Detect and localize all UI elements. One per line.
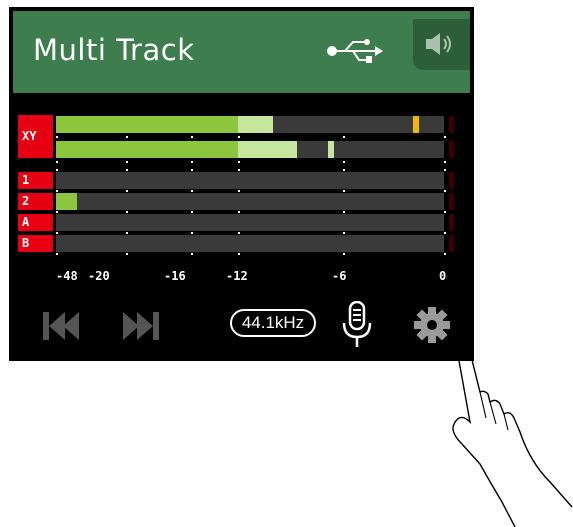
meter-tick: [126, 190, 128, 192]
meter-tick: [238, 253, 240, 255]
meter-tick: [343, 161, 345, 163]
clip-indicator: [449, 141, 454, 158]
meter-tick: [444, 136, 446, 138]
meter-tick: [56, 253, 58, 255]
meter-tick: [238, 136, 240, 138]
clip-indicator: [449, 172, 454, 189]
meter-tick: [444, 232, 446, 234]
meter-bar: [56, 235, 444, 252]
scale-label: -20: [88, 269, 110, 283]
meter-bar: [56, 214, 444, 231]
clip-indicator: [449, 235, 454, 252]
meter-tick: [191, 211, 193, 213]
meter-tick: [238, 232, 240, 234]
clip-indicator: [449, 116, 454, 133]
meter-tick: [343, 190, 345, 192]
meter-tick: [126, 211, 128, 213]
meter-tick: [56, 161, 58, 163]
meter-fill: [56, 141, 239, 158]
usb-icon: [327, 39, 383, 63]
meter-fill: [56, 193, 78, 210]
meter-tick: [56, 136, 58, 138]
header-bar: Multi Track: [13, 11, 470, 93]
channel-label-b: B: [18, 235, 53, 252]
speaker-icon: [426, 33, 451, 55]
meter-tick: [126, 136, 128, 138]
meter-tick: [444, 190, 446, 192]
meter-tick: [444, 253, 446, 255]
control-bar: 44.1kHz: [9, 301, 474, 361]
meter-tick: [444, 161, 446, 163]
channel-label-1: 1: [18, 172, 53, 189]
meter-tick: [343, 253, 345, 255]
meter-tick: [444, 211, 446, 213]
skip-forward-icon[interactable]: [123, 312, 159, 340]
meter-tick: [444, 169, 446, 171]
meter-tick: [191, 232, 193, 234]
meter-fill: [56, 116, 239, 133]
channel-label-2: 2: [18, 193, 53, 210]
meter-tick: [238, 211, 240, 213]
speaker-button[interactable]: [413, 19, 470, 70]
meter-tick: [56, 232, 58, 234]
pointing-hand-icon: [452, 339, 573, 527]
meter-peak: [412, 116, 419, 133]
meter-tick: [238, 161, 240, 163]
sample-rate-badge[interactable]: 44.1kHz: [230, 309, 316, 337]
meter-tick: [126, 169, 128, 171]
meter-tick: [191, 161, 193, 163]
channel-label-xy: XY: [18, 115, 53, 158]
scale-label: -48: [56, 269, 78, 283]
meter-peak: [327, 141, 334, 158]
meter-bar: [56, 116, 444, 133]
meter-bar: [56, 193, 444, 210]
skip-back-icon[interactable]: [43, 312, 79, 340]
clip-indicator: [449, 193, 454, 210]
level-meters: XY 1 2 A B: [9, 115, 474, 265]
meter-tick: [56, 190, 58, 192]
meter-tick: [126, 161, 128, 163]
channel-label-a: A: [18, 214, 53, 231]
clip-indicator: [449, 214, 454, 231]
meter-tick: [343, 136, 345, 138]
scale-label: -12: [226, 269, 248, 283]
meter-bar: [56, 141, 444, 158]
meter-tick: [238, 169, 240, 171]
meter-tick: [191, 169, 193, 171]
meter-tick: [56, 211, 58, 213]
meter-tick: [343, 211, 345, 213]
meter-bar: [56, 172, 444, 189]
meter-tick: [126, 232, 128, 234]
meter-tick: [56, 169, 58, 171]
meter-tick: [126, 253, 128, 255]
device-screen: Multi Track XY 1 2 A B -48 -20 -16 -12 -…: [9, 7, 474, 361]
meter-tick: [191, 136, 193, 138]
meter-tick: [191, 190, 193, 192]
scale-label: 0: [439, 269, 447, 283]
scale-label: -16: [164, 269, 186, 283]
meter-tick: [343, 169, 345, 171]
microphone-icon[interactable]: [342, 301, 372, 349]
meter-tick: [238, 190, 240, 192]
db-scale: -48 -20 -16 -12 -6 0: [9, 269, 474, 285]
meter-tick: [191, 253, 193, 255]
meter-tick: [343, 232, 345, 234]
scale-label: -6: [332, 269, 347, 283]
page-title: Multi Track: [33, 33, 195, 67]
